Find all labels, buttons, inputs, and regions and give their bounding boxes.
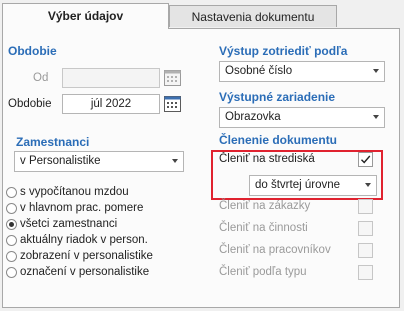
vystup-zotriedit-select[interactable]: Osobné číslo	[219, 61, 385, 82]
zamestnanci-select[interactable]: v Personalistike	[14, 151, 184, 172]
radio-label: zobrazení v personalistike	[20, 250, 153, 262]
radio-circle[interactable]	[6, 251, 17, 262]
radio-circle[interactable]	[6, 187, 17, 198]
clenenie-dokumentu-title: Členenie dokumentu	[219, 133, 338, 147]
calendar-icon	[163, 68, 182, 87]
zamestnanci-section-title: Zamestnanci	[16, 135, 90, 149]
radio-circle[interactable]	[6, 267, 17, 278]
calendar-icon[interactable]	[163, 94, 182, 113]
vystup-zotriedit-title: Výstup zotriediť podľa	[219, 44, 348, 58]
chevron-down-icon	[373, 115, 379, 119]
highlight-box	[211, 150, 383, 200]
clenit-na-cinnosti-label: Členiť na činnosti	[219, 222, 308, 234]
clenit-na-zakazky-label: Členiť na zákazky	[219, 200, 311, 212]
clenit-na-pracovnikov-checkbox[interactable]	[358, 243, 373, 258]
radio-label: označení v personalistike	[20, 266, 150, 278]
radio-label: všetci zamestnanci	[20, 218, 118, 230]
tab-vyber-udajov[interactable]: Výber údajov	[2, 3, 169, 29]
obdobie-label: Obdobie	[8, 98, 52, 110]
radio-label: v hlavnom prac. pomere	[20, 202, 144, 214]
chevron-down-icon	[172, 159, 178, 163]
radio-circle[interactable]	[6, 235, 17, 246]
radio-circle-selected[interactable]	[6, 219, 17, 230]
vystupne-zariadenie-select[interactable]: Obrazovka	[219, 107, 385, 128]
vystup-zotriedit-value: Osobné číslo	[225, 65, 293, 77]
od-label: Od	[33, 72, 49, 84]
chevron-down-icon	[373, 69, 379, 73]
obdobie-field[interactable]: júl 2022	[62, 94, 160, 114]
zamestnanci-select-value: v Personalistike	[20, 155, 101, 167]
tab-nastavenia-dokumentu[interactable]: Nastavenia dokumentu	[169, 5, 337, 27]
clenit-na-cinnosti-checkbox[interactable]	[358, 221, 373, 236]
vystupne-zariadenie-value: Obrazovka	[225, 111, 281, 123]
clenit-podla-typu-checkbox[interactable]	[358, 265, 373, 280]
radio-circle[interactable]	[6, 203, 17, 214]
obdobie-section-title: Obdobie	[8, 44, 57, 58]
radio-label: s vypočítanou mzdou	[20, 186, 129, 198]
radio-label: aktuálny riadok v person.	[20, 234, 148, 246]
vystupne-zariadenie-title: Výstupné zariadenie	[219, 90, 336, 104]
clenit-na-zakazky-checkbox[interactable]	[358, 199, 373, 214]
clenit-na-pracovnikov-label: Členiť na pracovníkov	[219, 244, 331, 256]
od-date-field	[62, 68, 160, 88]
clenit-podla-typu-label: Členiť podľa typu	[219, 266, 307, 278]
